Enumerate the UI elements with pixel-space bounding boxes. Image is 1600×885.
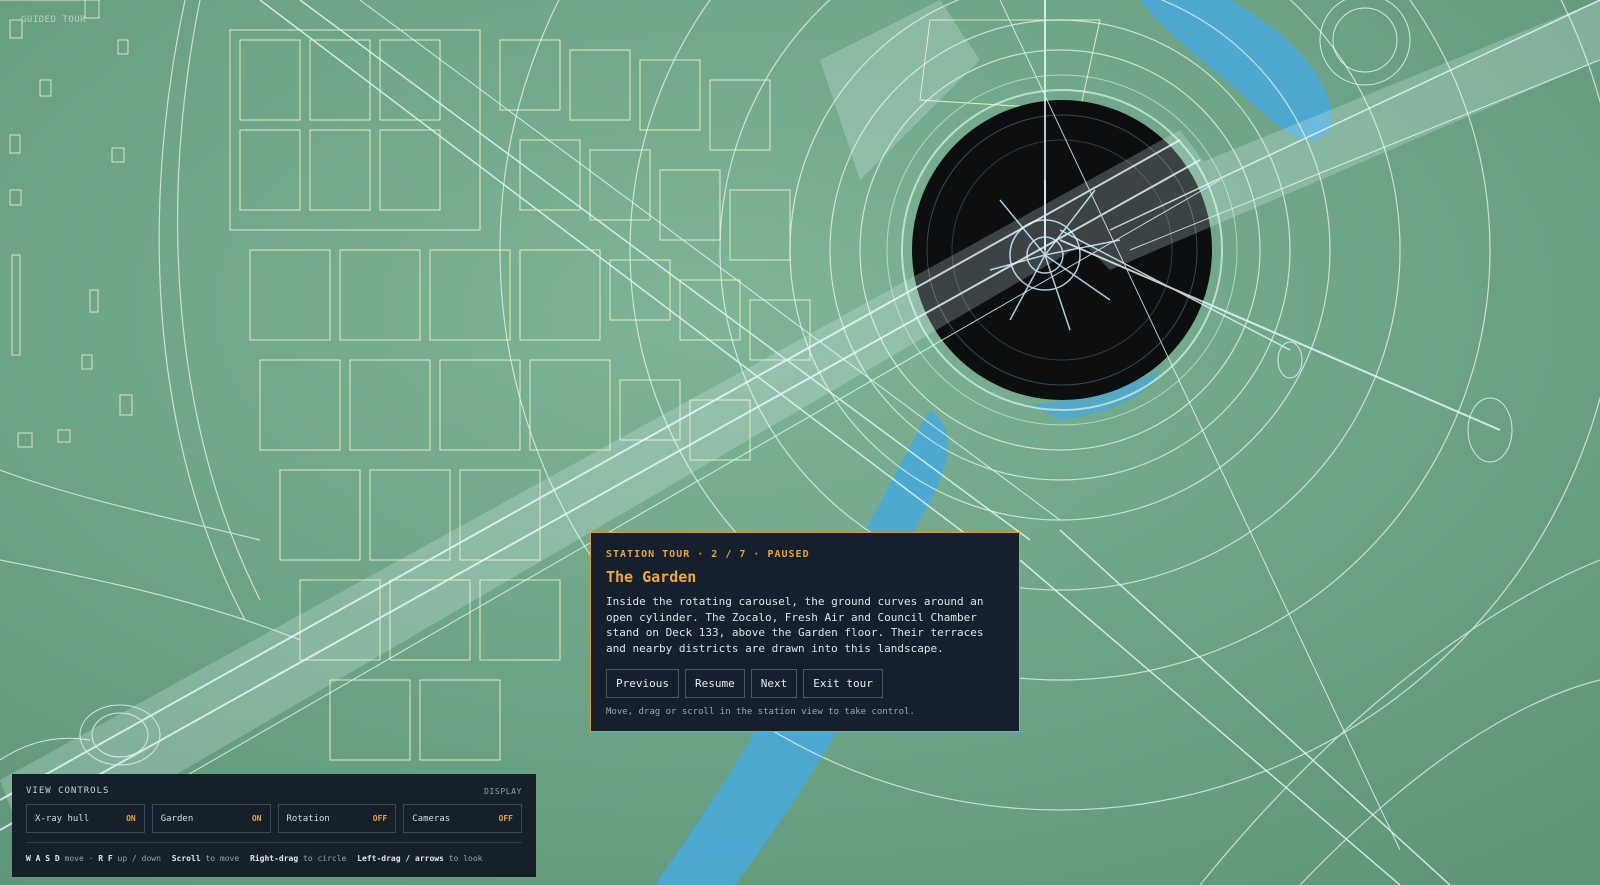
tour-step-indicator: STATION TOUR · 2 / 7 · PAUSED <box>606 549 810 560</box>
toggle-label: Garden <box>160 813 194 824</box>
tour-stop-title: The Garden <box>606 568 697 586</box>
toggle-state: ON <box>126 814 136 823</box>
key-hint-key: Left-drag / arrows <box>357 854 444 863</box>
tour-button-row: Previous Resume Next Exit tour <box>606 669 1004 698</box>
divider <box>26 842 522 843</box>
key-hint-key: Right-drag <box>250 854 299 863</box>
key-hint-action: to circle <box>303 854 347 863</box>
station-view[interactable] <box>0 0 1600 885</box>
key-hint-key: Scroll <box>171 854 201 863</box>
guided-tour-label: GUIDED TOUR <box>21 15 87 25</box>
resume-button[interactable]: Resume <box>684 669 745 698</box>
view-controls-panel: VIEW CONTROLS DISPLAY X-ray hull ON Gard… <box>12 774 536 877</box>
keyboard-help: W A S D move · R F up / down Scroll to m… <box>26 854 483 863</box>
toggle-cameras[interactable]: Cameras OFF <box>403 804 522 833</box>
toggle-state: OFF <box>498 814 513 823</box>
toggle-xray-hull[interactable]: X-ray hull ON <box>26 804 145 833</box>
key-hint-key: R F <box>98 854 113 863</box>
key-hint-action: move <box>64 854 84 863</box>
tour-stop-description: Inside the rotating carousel, the ground… <box>606 595 984 655</box>
toggle-state: OFF <box>372 814 388 823</box>
toggle-label: X-ray hull <box>35 813 90 824</box>
tour-hint: Move, drag or scroll in the station view… <box>606 707 915 717</box>
exit-tour-button[interactable]: Exit tour <box>803 669 883 698</box>
next-button[interactable]: Next <box>750 669 798 698</box>
display-label: DISPLAY <box>484 786 522 796</box>
view-controls-title: VIEW CONTROLS <box>26 786 110 796</box>
view-controls-header: VIEW CONTROLS DISPLAY <box>26 786 522 796</box>
toggle-garden[interactable]: Garden ON <box>151 804 271 833</box>
key-hint-action: to look <box>448 854 483 863</box>
previous-button[interactable]: Previous <box>606 669 679 698</box>
tour-panel: STATION TOUR · 2 / 7 · PAUSED The Garden… <box>590 532 1020 732</box>
key-hint-action: to move <box>205 854 240 863</box>
toggle-rotation[interactable]: Rotation OFF <box>277 804 397 833</box>
display-toggles: X-ray hull ON Garden ON Rotation OFF Cam… <box>26 804 522 833</box>
key-hint-key: W A S D <box>26 854 60 863</box>
toggle-label: Cameras <box>412 813 451 824</box>
toggle-label: Rotation <box>286 813 330 824</box>
toggle-state: ON <box>251 814 262 823</box>
key-hint-action: up / down <box>117 854 161 863</box>
